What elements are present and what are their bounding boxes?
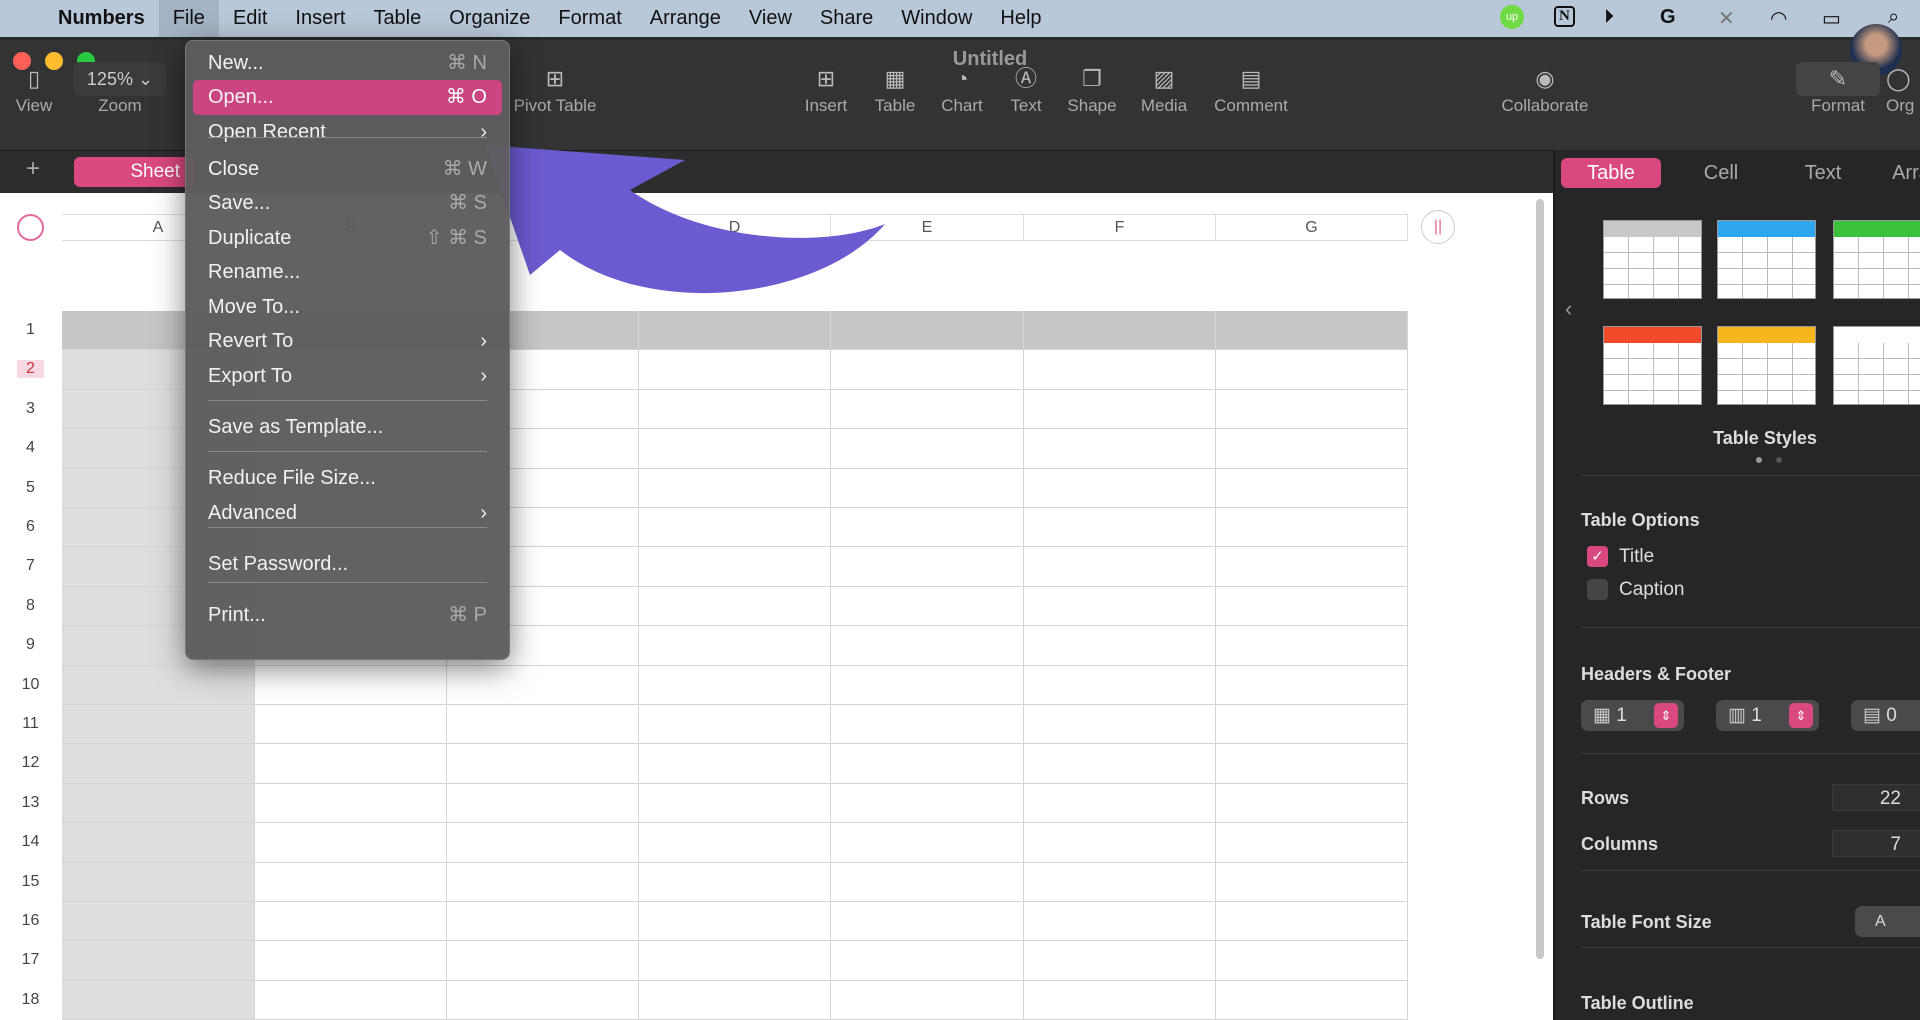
menu-item-open[interactable]: Open... ⌘ O — [193, 80, 502, 115]
menu-item-save[interactable]: Save... ⌘ S — [193, 186, 502, 221]
menu-separator — [208, 451, 487, 452]
arrow-shape — [485, 145, 885, 294]
format-sidebar: Table Cell Text Arra ‹ Table Styles Tabl… — [1553, 150, 1920, 1020]
decrease-font-size-button[interactable]: A — [1855, 906, 1920, 937]
title-checkbox[interactable]: ✓ — [1587, 546, 1608, 567]
menu-item-label: Set Password... — [208, 553, 349, 575]
chevron-right-icon: › — [480, 365, 487, 387]
page-dot-active[interactable] — [1756, 457, 1762, 463]
footer-rows-stepper[interactable]: ▤ 0 — [1851, 700, 1920, 731]
menu-item-move-to[interactable]: Move To... — [193, 290, 502, 325]
menu-item-label: Move To... — [208, 296, 300, 318]
shortcut: ⌘ P — [448, 604, 487, 626]
menu-item-rename[interactable]: Rename... — [193, 255, 502, 290]
header-columns-icon: ▥ — [1728, 705, 1746, 726]
chevron-right-icon: › — [480, 121, 487, 143]
shortcut: ⌘ S — [448, 192, 487, 214]
table-styles-label: Table Styles — [1713, 428, 1817, 448]
menu-item-advanced[interactable]: Advanced › — [193, 496, 502, 531]
caption-checkbox[interactable] — [1587, 579, 1608, 600]
table-style-thumbnail[interactable] — [1717, 326, 1816, 405]
stepper-arrows-icon[interactable]: ⇕ — [1654, 703, 1678, 728]
menu-item-label: Save as Template... — [208, 416, 384, 438]
menu-item-set-password[interactable]: Set Password... — [193, 547, 502, 582]
menu-item-label: Print... — [208, 604, 266, 626]
menu-separator — [208, 582, 487, 583]
divider — [1581, 870, 1920, 871]
headers-footer-heading: Headers & Footer — [1581, 664, 1732, 684]
columns-input[interactable]: 7 — [1832, 830, 1920, 857]
shortcut: ⌘ O — [445, 86, 487, 108]
menu-item-close[interactable]: Close ⌘ W — [193, 152, 502, 187]
table-font-size-label: Table Font Size — [1581, 912, 1712, 932]
stepper-arrows-icon[interactable]: ⇕ — [1789, 703, 1813, 728]
chevron-right-icon: › — [480, 502, 487, 524]
menu-separator — [208, 400, 487, 401]
divider — [1581, 475, 1920, 476]
table-options-heading: Table Options — [1581, 510, 1700, 530]
tab-cell[interactable]: Cell — [1681, 158, 1761, 188]
table-style-thumbnail[interactable] — [1833, 326, 1920, 405]
menu-separator — [208, 527, 487, 528]
divider — [1581, 753, 1920, 754]
chevron-right-icon: › — [480, 330, 487, 352]
menu-item-label: Advanced — [208, 502, 297, 524]
menu-item-label: Save... — [208, 192, 271, 214]
footer-rows-icon: ▤ — [1863, 705, 1881, 726]
divider — [1581, 947, 1920, 948]
header-columns-value: 1 — [1751, 705, 1762, 726]
menu-item-label: Rename... — [208, 261, 301, 283]
menu-item-label: Open Recent — [208, 121, 326, 143]
file-menu: New... ⌘ N Open... ⌘ O Open Recent › Close ⌘ W S… — [185, 40, 510, 660]
shortcut: ⌘ N — [447, 52, 487, 74]
rows-label: Rows — [1581, 788, 1630, 808]
table-style-thumbnail[interactable] — [1603, 220, 1702, 299]
menu-item-label: Close — [208, 158, 260, 180]
menu-item-reduce-file-size[interactable]: Reduce File Size... — [193, 461, 502, 496]
shortcut: ⇧ ⌘ S — [425, 227, 487, 249]
previous-styles-icon[interactable]: ‹ — [1565, 296, 1572, 322]
title-option-label: Title — [1619, 546, 1655, 567]
header-rows-stepper[interactable]: ▦ 1 ⇕ — [1581, 700, 1684, 731]
header-columns-stepper[interactable]: ▥ 1 ⇕ — [1716, 700, 1819, 731]
menu-item-duplicate[interactable]: Duplicate ⇧ ⌘ S — [193, 221, 502, 256]
menu-separator — [208, 137, 487, 138]
menu-item-open-recent[interactable]: Open Recent › — [193, 115, 502, 150]
menu-item-label: Reduce File Size... — [208, 467, 376, 489]
page-dot[interactable] — [1776, 457, 1782, 463]
caption-option-label: Caption — [1619, 579, 1685, 600]
table-style-thumbnail[interactable] — [1603, 326, 1702, 405]
columns-label: Columns — [1581, 834, 1659, 854]
menu-item-label: Open... — [208, 86, 274, 108]
tab-arrange[interactable]: Arra — [1881, 158, 1920, 188]
tab-table[interactable]: Table — [1561, 158, 1661, 188]
divider — [1581, 627, 1920, 628]
shortcut: ⌘ W — [442, 158, 487, 180]
menu-item-label: New... — [208, 52, 264, 74]
menu-item-print[interactable]: Print... ⌘ P — [193, 598, 502, 633]
rows-input[interactable]: 22 — [1832, 784, 1920, 811]
menu-item-save-as-template[interactable]: Save as Template... — [193, 410, 502, 445]
footer-rows-value: 0 — [1886, 705, 1897, 726]
menu-item-revert-to[interactable]: Revert To › — [193, 324, 502, 359]
table-style-thumbnail[interactable] — [1717, 220, 1816, 299]
menu-item-label: Duplicate — [208, 227, 292, 249]
menu-item-label: Export To — [208, 365, 293, 387]
header-rows-icon: ▦ — [1593, 705, 1611, 726]
table-style-thumbnail[interactable] — [1833, 220, 1920, 299]
table-outline-label: Table Outline — [1581, 993, 1694, 1013]
header-rows-value: 1 — [1616, 705, 1627, 726]
menu-item-label: Revert To — [208, 330, 294, 352]
menu-item-new[interactable]: New... ⌘ N — [193, 46, 502, 81]
menu-item-export-to[interactable]: Export To › — [193, 359, 502, 394]
tab-text[interactable]: Text — [1783, 158, 1863, 188]
